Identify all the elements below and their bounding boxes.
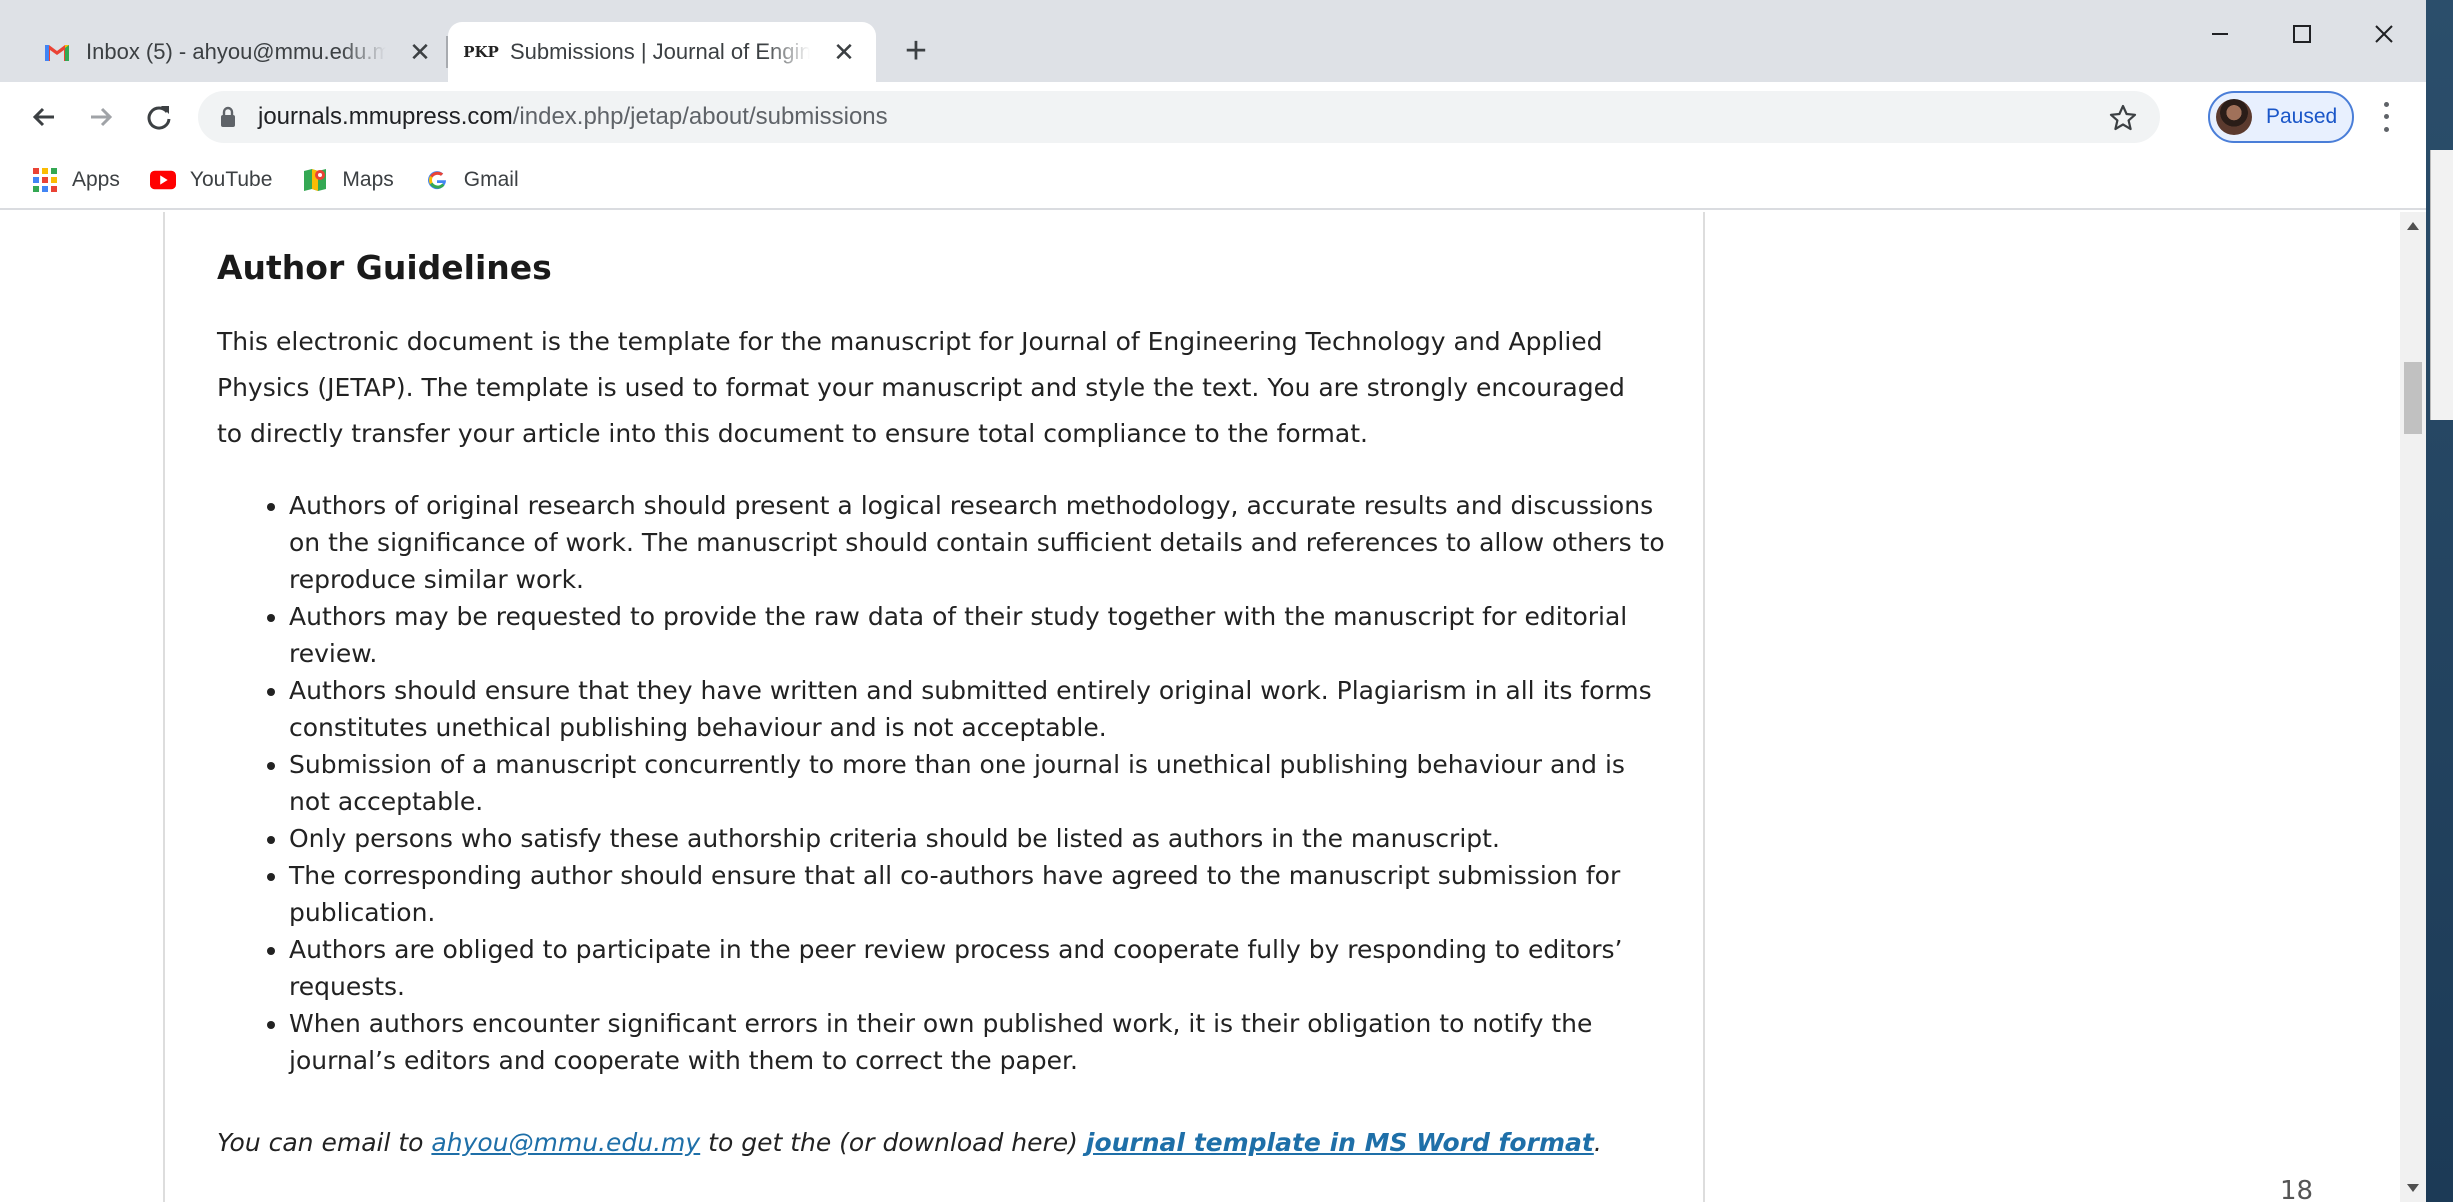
list-item: The corresponding author should ensure t… [289, 857, 1669, 931]
template-note: You can email to ahyou@mmu.edu.my to get… [217, 1125, 1637, 1161]
apps-grid-icon [32, 167, 58, 193]
arrow-left-icon [32, 107, 54, 127]
url-host: journals.mmupress.com [258, 103, 513, 130]
minimize-button[interactable] [2190, 14, 2250, 54]
youtube-icon [149, 167, 176, 193]
main-content-column: Author Guidelines This electronic docume… [163, 212, 1705, 1202]
address-bar[interactable]: journals.mmupress.com/index.php/jetap/ab… [198, 91, 2160, 143]
list-item: Authors may be requested to provide the … [289, 598, 1669, 672]
list-item: Authors of original research should pres… [289, 487, 1669, 598]
bookmark-label: YouTube [189, 168, 273, 191]
list-item: Authors should ensure that they have wri… [289, 672, 1669, 746]
author-guidelines-section: Author Guidelines This electronic docume… [217, 248, 1665, 1161]
reload-button[interactable] [138, 96, 180, 138]
bookmark-gmail[interactable]: Gmail [424, 160, 519, 200]
forward-button[interactable] [80, 96, 122, 138]
bookmark-star-icon[interactable] [2108, 103, 2138, 133]
lock-icon [220, 103, 242, 131]
profile-status: Paused [2266, 105, 2338, 128]
tab-gmail-inbox[interactable]: Inbox (5) - ahyou@mmu.edu.my ✕ [24, 22, 444, 82]
email-link[interactable]: ahyou@mmu.edu.my [431, 1128, 700, 1157]
scroll-down-icon[interactable] [2407, 1184, 2419, 1192]
browser-toolbar: journals.mmupress.com/index.php/jetap/ab… [0, 82, 2426, 152]
url-path: /index.php/jetap/about/submissions [512, 103, 888, 130]
scroll-up-icon[interactable] [2407, 222, 2419, 230]
pkp-icon: PKP [463, 43, 499, 61]
close-icon[interactable]: ✕ [830, 37, 858, 68]
maximize-button[interactable] [2272, 14, 2332, 54]
tab-submissions[interactable]: PKP Submissions | Journal of Engineering… [448, 22, 876, 82]
new-tab-button[interactable]: + [896, 32, 936, 72]
intro-paragraph: This electronic document is the template… [217, 327, 1625, 448]
template-download-link[interactable]: journal template in MS Word format [1086, 1128, 1594, 1157]
bookmark-label: Gmail [463, 168, 519, 191]
back-button[interactable] [23, 96, 65, 138]
scrollbar-thumb[interactable] [2404, 362, 2422, 434]
list-item: Only persons who satisfy these authorshi… [289, 820, 1669, 857]
page-number: 18 [2280, 1176, 2314, 1202]
list-item: Authors are obliged to participate in th… [289, 931, 1669, 1005]
avatar [2216, 99, 2252, 135]
bookmark-label: Apps [72, 168, 120, 191]
tab-title: Submissions | Journal of Engineering [510, 39, 810, 64]
vertical-scrollbar[interactable] [2400, 212, 2426, 1202]
maximize-icon [2293, 25, 2311, 43]
minimize-icon [2212, 33, 2228, 35]
reload-icon [147, 106, 171, 130]
desktop-background [2426, 0, 2453, 1202]
bookmark-maps[interactable]: Maps [302, 160, 394, 200]
background-window-edge [2430, 150, 2453, 420]
url-text: journals.mmupress.com/index.php/jetap/ab… [258, 103, 888, 131]
bookmark-apps[interactable]: Apps [32, 160, 120, 200]
note-suffix: . [1593, 1128, 1602, 1157]
close-icon [2375, 25, 2393, 43]
close-window-button[interactable] [2354, 14, 2414, 54]
arrow-right-icon [91, 107, 113, 127]
note-prefix: You can email to [217, 1128, 432, 1157]
close-icon[interactable]: ✕ [406, 37, 434, 68]
profile-button[interactable]: Paused [2208, 91, 2354, 143]
gmail-icon [42, 37, 72, 67]
list-item: Submission of a manuscript concurrently … [289, 746, 1669, 820]
bookmarks-bar: Apps YouTube Maps Gmail [0, 152, 2426, 210]
note-middle: to get the (or download here) [700, 1128, 1086, 1157]
google-icon [424, 167, 450, 193]
tab-strip: Inbox (5) - ahyou@mmu.edu.my ✕ PKP Submi… [0, 0, 2426, 82]
more-menu-icon[interactable] [2376, 98, 2396, 136]
maps-icon [302, 167, 328, 193]
list-item: When authors encounter significant error… [289, 1005, 1669, 1079]
bookmark-label: Maps [342, 168, 394, 191]
guidelines-list: Authors of original research should pres… [289, 487, 1669, 1079]
page-viewport: Author Guidelines This electronic docume… [0, 212, 2400, 1202]
tab-title: Inbox (5) - ahyou@mmu.edu.my [86, 39, 386, 64]
browser-window: Inbox (5) - ahyou@mmu.edu.my ✕ PKP Submi… [0, 0, 2426, 1202]
page-title: Author Guidelines [217, 248, 552, 287]
bookmark-youtube[interactable]: YouTube [149, 160, 273, 200]
